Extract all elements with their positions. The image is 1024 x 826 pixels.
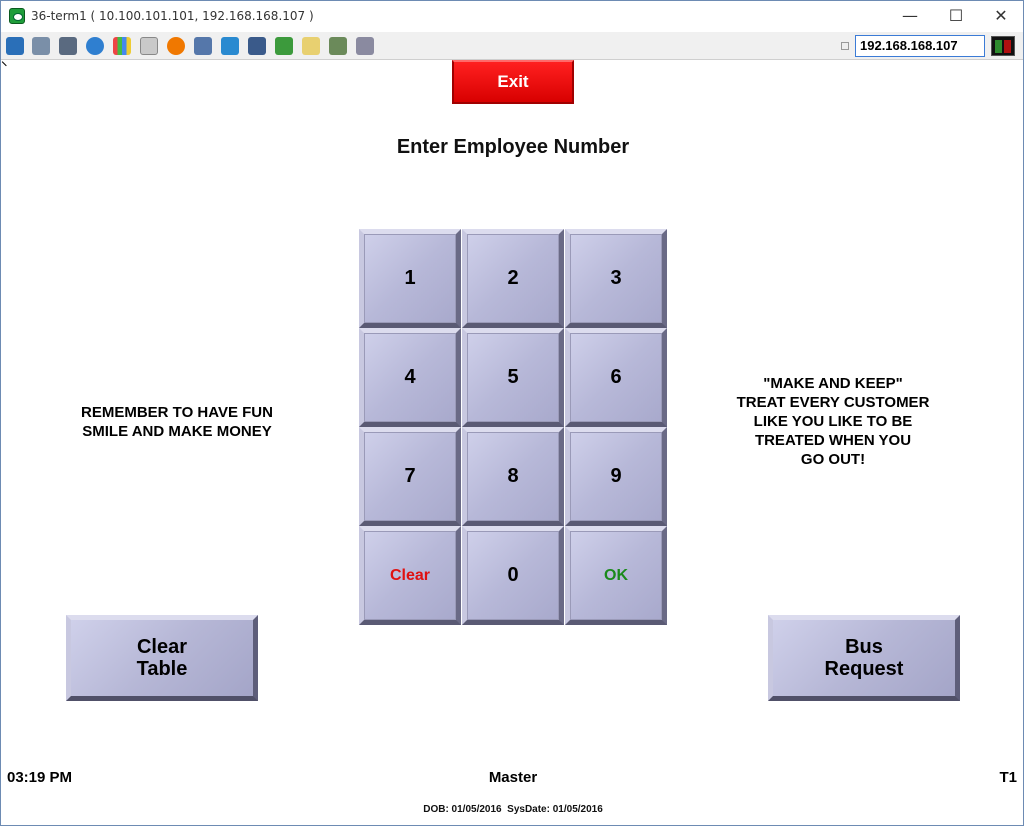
refresh-icon[interactable] [86,37,104,55]
clock-time: 03:19 PM [7,769,73,786]
minimize-button[interactable]: — [887,1,933,32]
left-message: REMEMBER TO HAVE FUN SMILE AND MAKE MONE… [61,403,293,441]
key-1[interactable]: 1 [359,229,461,328]
right-message-line: TREAT EVERY CUSTOMER [736,394,930,411]
monitor-icon[interactable] [6,37,24,55]
clear-table-label-line: Table [136,658,188,680]
user-mode: Master [488,769,538,786]
notes-icon[interactable] [302,37,320,55]
terminal-id: T1 [999,769,1017,786]
clear-table-button[interactable]: Clear Table [66,615,258,701]
maximize-button[interactable]: ☐ [933,1,979,32]
key-6[interactable]: 6 [565,328,667,427]
page-title: Enter Employee Number [396,136,630,158]
screen-icon[interactable] [248,37,266,55]
toolbar: 192.168.168.107 [1,32,1023,60]
right-message-line: "MAKE AND KEEP" [763,375,903,392]
left-message-line: REMEMBER TO HAVE FUN [81,404,273,421]
windows-icon[interactable] [32,37,50,55]
bus-request-button[interactable]: Bus Request [768,615,960,701]
exit-button[interactable]: Exit [452,60,574,104]
bus-request-label-line: Bus [845,636,883,658]
key-9[interactable]: 9 [565,427,667,526]
connection-status-indicator [991,36,1015,56]
clear-table-label: Clear Table [102,636,222,680]
right-message-line: GO OUT! [800,451,866,468]
fullscreen-icon[interactable] [221,37,239,55]
key-5[interactable]: 5 [462,328,564,427]
tools-icon[interactable] [59,37,77,55]
date-info: DOB: 01/05/2016 SysDate: 01/05/2016 [423,804,603,815]
key-0[interactable]: 0 [462,526,564,625]
key-7[interactable]: 7 [359,427,461,526]
right-message-line: LIKE YOU LIKE TO BE [753,413,913,430]
left-message-line: SMILE AND MAKE MONEY [82,423,272,440]
status-green-light [995,40,1002,53]
app-eye-icon [9,8,25,24]
title-bar: 36-term1 ( 10.100.101.101, 192.168.168.1… [1,1,1023,32]
bus-request-label-line: Request [824,658,904,680]
key-4[interactable]: 4 [359,328,461,427]
small-checkbox[interactable] [841,42,849,50]
key-8[interactable]: 8 [462,427,564,526]
key-clear[interactable]: Clear [359,526,461,625]
download-icon[interactable] [275,37,293,55]
windows-logo-icon[interactable] [113,37,131,55]
close-button[interactable]: ✕ [978,1,1024,32]
window-title: 36-term1 ( 10.100.101.101, 192.168.168.1… [31,9,314,23]
right-message-line: TREATED WHEN YOU [754,432,912,449]
chat-icon[interactable] [356,37,374,55]
ip-address-field[interactable]: 192.168.168.107 [855,35,985,57]
bus-request-label: Bus Request [804,636,924,680]
app-window: 36-term1 ( 10.100.101.101, 192.168.168.1… [0,0,1024,826]
employee-keypad: 1 2 3 4 5 6 7 8 9 Clear 0 OK [359,229,667,625]
key-3[interactable]: 3 [565,229,667,328]
keyboard-icon[interactable] [140,37,158,55]
status-red-light [1004,40,1011,53]
right-message: "MAKE AND KEEP" TREAT EVERY CUSTOMER LIK… [717,374,949,469]
key-ok[interactable]: OK [565,526,667,625]
clear-table-label-line: Clear [136,636,188,658]
network-disconnect-icon[interactable] [194,37,212,55]
map-icon[interactable] [329,37,347,55]
key-2[interactable]: 2 [462,229,564,328]
alert-icon[interactable] [167,37,185,55]
